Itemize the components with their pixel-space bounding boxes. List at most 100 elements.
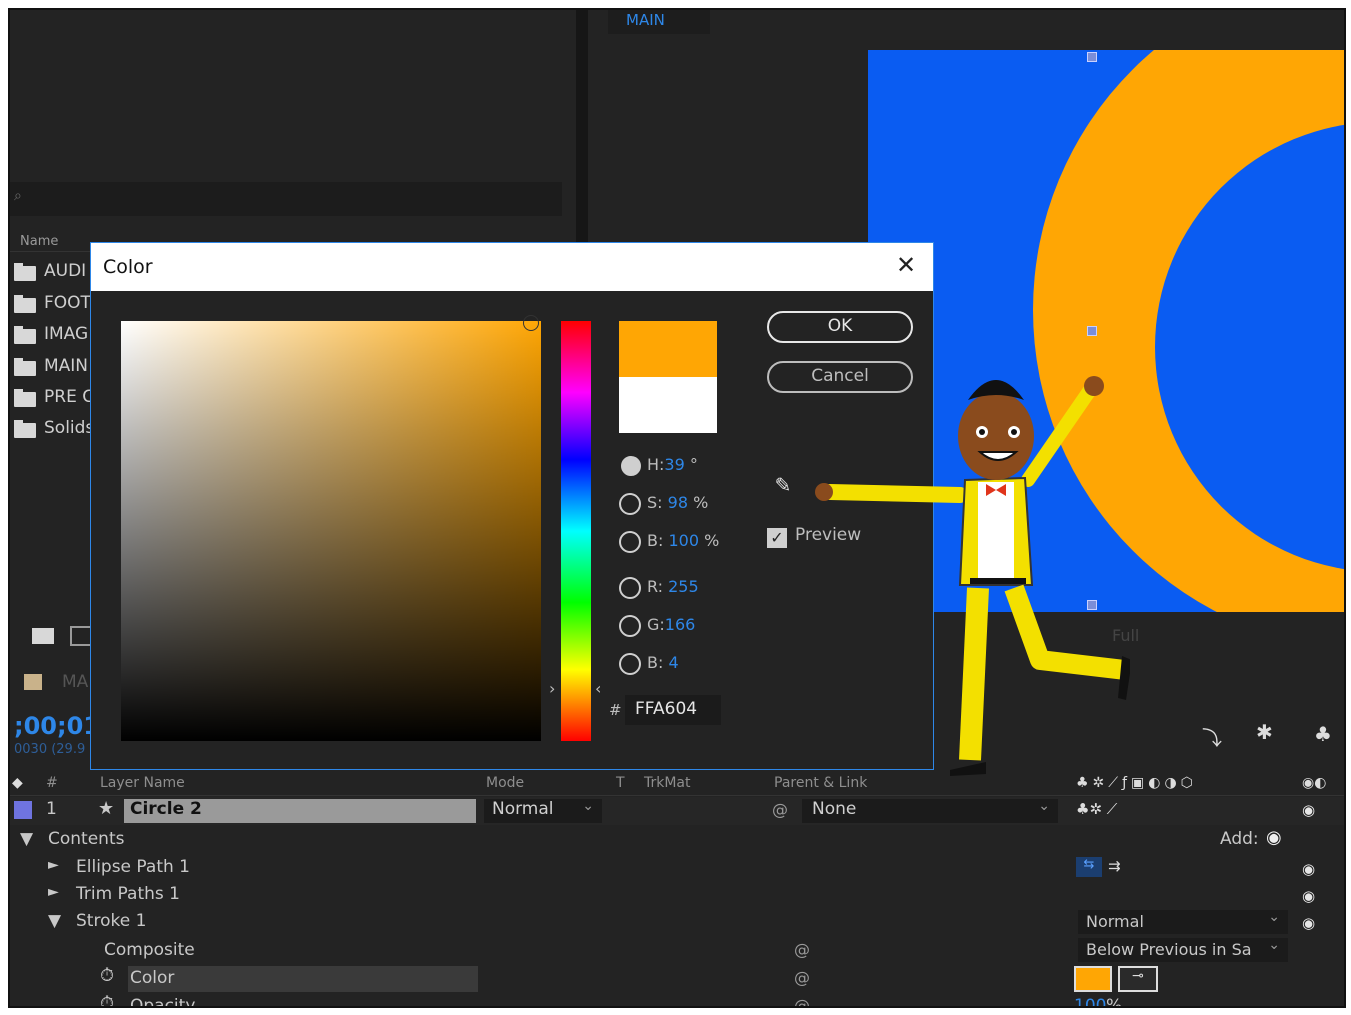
- name-column-label[interactable]: Name: [20, 234, 58, 249]
- red-radio[interactable]: [619, 577, 641, 599]
- green-radio[interactable]: [619, 615, 641, 637]
- direction-icon[interactable]: ⇆: [1076, 857, 1102, 877]
- hue-field[interactable]: H:39 °: [647, 455, 698, 474]
- eye-icon[interactable]: ◉: [1302, 914, 1315, 932]
- green-field[interactable]: G:166: [647, 615, 695, 634]
- stroke-mode-value: Normal: [1086, 912, 1144, 931]
- blue-field[interactable]: B: 4: [647, 653, 679, 672]
- shy-layers-icon[interactable]: ♣: [1314, 722, 1332, 746]
- eyedropper-icon[interactable]: ⊸: [1118, 966, 1158, 992]
- field-label: B:: [647, 531, 664, 550]
- twirl-open-icon[interactable]: ▼: [48, 911, 61, 931]
- comp-tab-main[interactable]: MAIN: [608, 10, 710, 34]
- stroke-mode-select[interactable]: Normal ⌄: [1078, 909, 1288, 934]
- layer-switches[interactable]: ♣✲ ⟋: [1076, 800, 1117, 818]
- field-value[interactable]: 98: [668, 493, 688, 512]
- layer-row[interactable]: 1 ★ Circle 2 Normal ⌄ @ None ⌄ ♣✲ ⟋ ◉: [10, 797, 1344, 825]
- hue-radio[interactable]: [621, 456, 641, 476]
- new-color-preview: [619, 321, 717, 377]
- path-handle[interactable]: [1087, 600, 1097, 610]
- folder-label: MAIN: [44, 356, 89, 376]
- twirl-closed-icon[interactable]: ►: [48, 857, 59, 873]
- checkbox-checked-icon: ✓: [767, 528, 787, 548]
- brightness-radio[interactable]: [619, 531, 641, 553]
- stroke-row[interactable]: ▼ Stroke 1 Normal ⌄ ◉: [10, 909, 1344, 937]
- layer-name-column-label[interactable]: Layer Name: [100, 775, 185, 791]
- eye-icon[interactable]: ◉: [1302, 801, 1315, 819]
- motion-blur-icon[interactable]: ✱: [1256, 720, 1273, 744]
- chevron-down-icon: ⌄: [1268, 937, 1280, 953]
- opacity-unit: %: [1106, 996, 1123, 1008]
- twirl-open-icon[interactable]: ▼: [20, 829, 33, 849]
- new-comp-icon[interactable]: [70, 626, 92, 646]
- direction-alt-icon[interactable]: ⇉: [1108, 857, 1121, 875]
- field-value[interactable]: 39: [664, 455, 684, 474]
- timeline-tab[interactable]: MA: [10, 666, 100, 700]
- eye-icon[interactable]: ◉: [1302, 860, 1315, 878]
- eye-icon[interactable]: ◉: [1302, 887, 1315, 905]
- composite-select[interactable]: Below Previous in Sa ⌄: [1078, 937, 1288, 962]
- opacity-value[interactable]: 100: [1074, 996, 1106, 1006]
- stopwatch-icon[interactable]: ⏱: [100, 965, 114, 986]
- hue-arrow-left-icon[interactable]: ›: [549, 679, 555, 698]
- opacity-row[interactable]: ⏱ Opacity @ 100 %: [10, 993, 1344, 1008]
- original-color-preview[interactable]: [619, 377, 717, 433]
- av-switch-icons[interactable]: ◉◐: [1302, 775, 1326, 791]
- frame-rate: 0030 (29.9: [14, 742, 86, 757]
- preview-checkbox[interactable]: ✓ Preview: [767, 525, 861, 548]
- resolution-select[interactable]: Full: [1112, 626, 1139, 645]
- field-value[interactable]: 166: [665, 615, 696, 634]
- stroke-label: Stroke 1: [76, 911, 147, 931]
- hex-input[interactable]: FFA604: [625, 695, 721, 725]
- chevron-down-icon: ⌄: [582, 798, 594, 814]
- new-folder-icon[interactable]: [32, 628, 54, 644]
- parent-select[interactable]: None ⌄: [802, 798, 1058, 823]
- stopwatch-icon[interactable]: ⏱: [100, 993, 114, 1006]
- comp-canvas[interactable]: [868, 50, 1344, 612]
- composite-row[interactable]: Composite @ Below Previous in Sa ⌄: [10, 937, 1344, 965]
- ellipse-path-row[interactable]: ► Ellipse Path 1 ⇆ ⇉ ◉: [10, 855, 1344, 883]
- field-value[interactable]: 255: [668, 577, 699, 596]
- eyedropper-icon[interactable]: ✎: [767, 473, 799, 505]
- ok-button[interactable]: OK: [767, 311, 913, 343]
- mode-column-label: Mode: [486, 775, 525, 791]
- add-menu-icon[interactable]: ◉: [1266, 827, 1282, 848]
- composite-label: Composite: [104, 940, 195, 960]
- pickwhip-icon[interactable]: @: [772, 800, 788, 819]
- field-value[interactable]: 4: [668, 653, 678, 672]
- blue-radio[interactable]: [619, 653, 641, 675]
- path-handle[interactable]: [1087, 326, 1097, 336]
- path-handle[interactable]: [1087, 52, 1097, 62]
- color-row[interactable]: ⏱ Color @ ⊸: [10, 965, 1344, 993]
- color-picker-cursor[interactable]: [523, 315, 539, 331]
- draft-3d-icon[interactable]: ⤵: [1202, 722, 1222, 751]
- folder-icon: [14, 420, 36, 438]
- folder-icon: [14, 295, 36, 313]
- trim-paths-row[interactable]: ► Trim Paths 1 ◉: [10, 882, 1344, 910]
- folder-label: AUDI: [44, 261, 87, 281]
- brightness-field[interactable]: B: 100 %: [647, 531, 719, 550]
- close-icon[interactable]: ✕: [893, 252, 919, 278]
- hue-slider[interactable]: [561, 321, 591, 741]
- field-value[interactable]: 100: [668, 531, 699, 550]
- chevron-down-icon: ⌄: [1038, 798, 1050, 814]
- field-unit: °: [689, 455, 698, 474]
- project-search-field[interactable]: ⌕: [10, 182, 562, 216]
- stroke-color-swatch[interactable]: [1074, 966, 1112, 992]
- pickwhip-icon[interactable]: @: [794, 940, 810, 959]
- hue-arrow-right-icon[interactable]: ‹: [595, 679, 601, 698]
- saturation-field[interactable]: S: 98 %: [647, 493, 708, 512]
- pickwhip-icon[interactable]: @: [794, 996, 810, 1006]
- red-field[interactable]: R: 255: [647, 577, 699, 596]
- contents-row[interactable]: ▼ Contents Add: ◉: [10, 827, 1344, 855]
- layer-mode-select[interactable]: Normal ⌄: [484, 798, 602, 823]
- layer-color-label[interactable]: [14, 801, 32, 819]
- cancel-button[interactable]: Cancel: [767, 361, 913, 393]
- twirl-closed-icon[interactable]: ►: [48, 884, 59, 900]
- saturation-radio[interactable]: [619, 493, 641, 515]
- saturation-brightness-field[interactable]: [121, 321, 541, 741]
- pickwhip-icon[interactable]: @: [794, 968, 810, 987]
- switches-icons[interactable]: ♣✲⟋ƒ▣◐◑⬡: [1076, 775, 1197, 791]
- layer-name[interactable]: Circle 2: [124, 799, 476, 823]
- current-time[interactable]: ;00;01: [14, 712, 100, 740]
